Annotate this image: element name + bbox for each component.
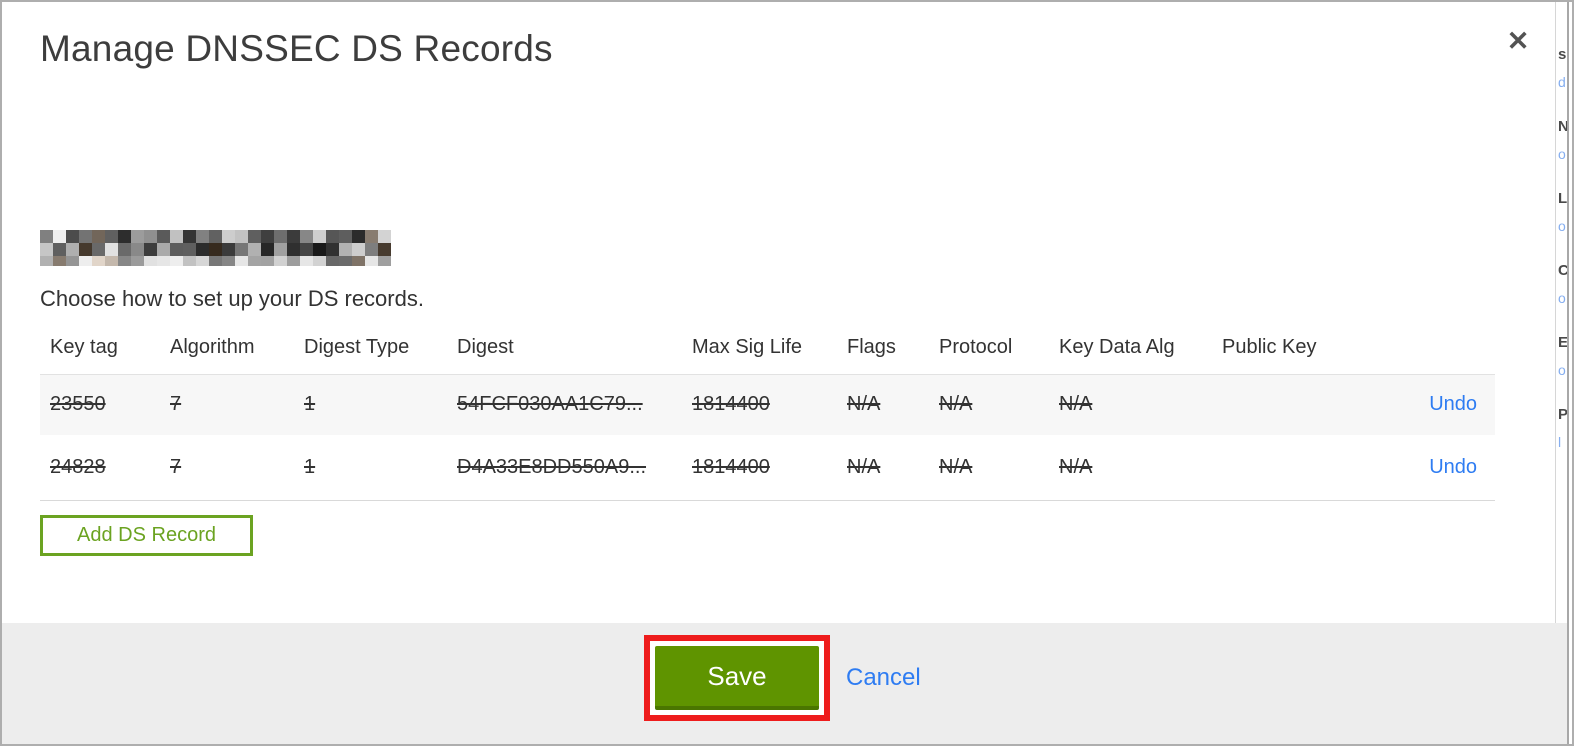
- cell-protocol: N/A: [939, 393, 973, 416]
- cell-digest-type: 1: [304, 393, 316, 416]
- cell-algorithm: 7: [170, 455, 182, 478]
- column-header: Key tag: [40, 330, 160, 375]
- cell-key-data-alg: N/A: [1059, 455, 1093, 478]
- cell-digest: D4A33E8DD550A9...: [457, 455, 647, 478]
- cell-protocol: N/A: [939, 455, 973, 478]
- add-ds-record-button[interactable]: Add DS Record: [40, 515, 253, 556]
- cell-max-sig-life: 1814400: [692, 393, 770, 416]
- column-header: Flags: [837, 330, 929, 375]
- cell-flags: N/A: [847, 393, 881, 416]
- subtitle-text: Choose how to set up your DS records.: [40, 286, 424, 311]
- cell-key-tag: 24828: [50, 455, 106, 478]
- cell-flags: N/A: [847, 455, 881, 478]
- page-title: Manage DNSSEC DS Records: [40, 28, 553, 69]
- cell-key-tag: 23550: [50, 393, 106, 416]
- modal-footer: Save Cancel: [2, 623, 1569, 744]
- column-header: Public Key: [1212, 330, 1405, 375]
- ds-records-table: Key tag Algorithm Digest Type Digest Max Sig…: [40, 330, 1495, 501]
- manage-dnssec-modal: { "modal": { "title": "Manage DNSSEC DS …: [0, 0, 1574, 746]
- red-annotation-rectangle: Save: [644, 635, 830, 721]
- cell-public-key: [1212, 375, 1405, 435]
- undo-link[interactable]: Undo: [1429, 393, 1477, 415]
- redacted-domain-text: [40, 230, 391, 266]
- cell-public-key: [1212, 435, 1405, 501]
- table-row: 23550 7 1 54FCF030AA1C79... 1814400 N/A N/A N/A…: [40, 374, 1495, 435]
- cell-digest-type: 1: [304, 455, 316, 478]
- cancel-link[interactable]: Cancel: [846, 664, 921, 692]
- cell-digest: 54FCF030AA1C79...: [457, 393, 643, 416]
- table-row: 24828 7 1 D4A33E8DD550A9... 1814400 N/A N/A N/A…: [40, 435, 1495, 501]
- column-header: Digest Type: [294, 330, 447, 375]
- window-edge-divider: [1567, 2, 1569, 744]
- column-header: Key Data Alg: [1049, 330, 1212, 375]
- cell-algorithm: 7: [170, 393, 182, 416]
- column-header: Algorithm: [160, 330, 294, 375]
- column-header: Protocol: [929, 330, 1049, 375]
- cell-key-data-alg: N/A: [1059, 393, 1093, 416]
- save-button[interactable]: Save: [655, 646, 819, 710]
- column-header: Max Sig Life: [682, 330, 837, 375]
- close-icon[interactable]: ✕: [1501, 24, 1535, 58]
- table-header: Key tag Algorithm Digest Type Digest Max Sig…: [40, 330, 1495, 375]
- column-header: Digest: [447, 330, 682, 375]
- cell-max-sig-life: 1814400: [692, 455, 770, 478]
- undo-link[interactable]: Undo: [1429, 456, 1477, 478]
